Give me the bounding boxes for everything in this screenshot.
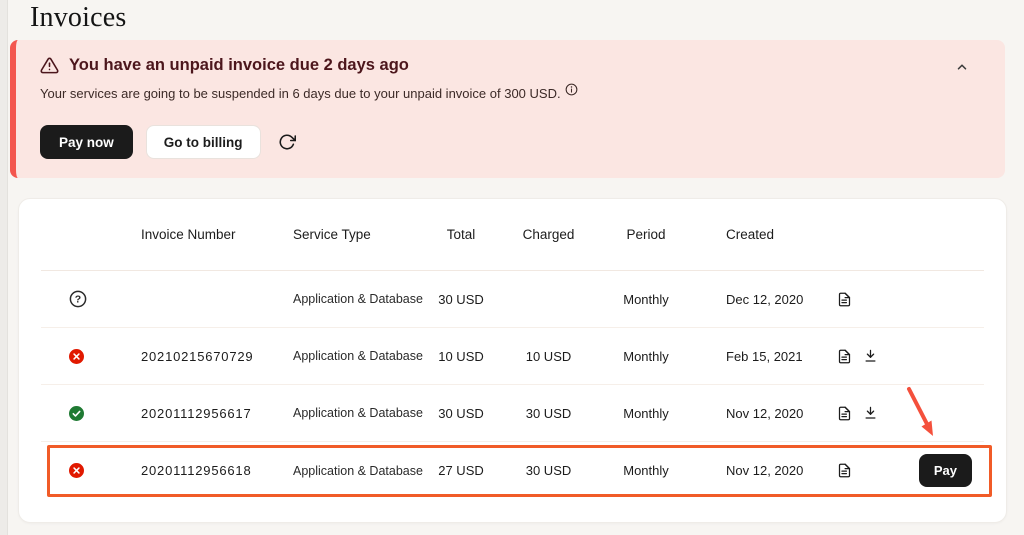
invoice-number-column-header: Invoice Number [121, 227, 273, 242]
created-cell: Nov 12, 2020 [691, 463, 811, 478]
total-column-header: Total [426, 227, 496, 242]
service-type-column-header: Service Type [273, 227, 426, 242]
invoice-document-icon[interactable] [837, 348, 852, 365]
period-column-header: Period [601, 227, 691, 242]
download-icon[interactable] [863, 348, 878, 364]
svg-text:?: ? [75, 294, 81, 306]
invoice-document-icon[interactable] [837, 462, 852, 479]
charged-column-header: Charged [496, 227, 601, 242]
invoice-number-cell: 20201112956617 [121, 406, 273, 421]
invoice-document-icon[interactable] [837, 291, 852, 308]
invoice-number-cell: 20210215670729 [121, 349, 273, 364]
invoice-document-icon[interactable] [837, 405, 852, 422]
service-type-cell: Application & Database [273, 292, 426, 306]
service-type-cell: Application & Database [273, 464, 426, 478]
charged-cell: 10 USD [496, 349, 601, 364]
alert-title: You have an unpaid invoice due 2 days ag… [69, 56, 409, 75]
total-cell: 30 USD [426, 406, 496, 421]
total-cell: 10 USD [426, 349, 496, 364]
chevron-up-icon[interactable] [951, 56, 973, 78]
x-circle-icon [69, 349, 84, 364]
table-row: 20210215670729 Application & Database 10… [41, 328, 984, 385]
download-icon[interactable] [863, 405, 878, 421]
table-row: 20201112956618 Application & Database 27… [41, 442, 984, 499]
pay-now-button[interactable]: Pay now [40, 125, 133, 159]
pay-button[interactable]: Pay [919, 454, 972, 487]
total-cell: 27 USD [426, 463, 496, 478]
invoice-number-cell: 20201112956618 [121, 463, 273, 478]
period-cell: Monthly [601, 292, 691, 307]
x-circle-icon [69, 463, 84, 478]
alert-message: Your services are going to be suspended … [40, 86, 561, 101]
page-title: Invoices [30, 2, 126, 34]
total-cell: 30 USD [426, 292, 496, 307]
table-body: ? Application & Database 30 USD Monthly … [41, 271, 984, 499]
created-cell: Feb 15, 2021 [691, 349, 811, 364]
service-type-cell: Application & Database [273, 406, 426, 420]
invoices-card: Invoice Number Service Type Total Charge… [18, 198, 1007, 523]
period-cell: Monthly [601, 463, 691, 478]
created-column-header: Created [691, 227, 811, 242]
go-to-billing-button[interactable]: Go to billing [146, 125, 261, 159]
info-icon[interactable] [565, 83, 578, 99]
refresh-icon[interactable] [278, 133, 296, 151]
table-row: ? Application & Database 30 USD Monthly … [41, 271, 984, 328]
page-left-edge [0, 0, 8, 535]
unpaid-invoice-alert: You have an unpaid invoice due 2 days ag… [10, 40, 1005, 178]
check-circle-icon [69, 406, 84, 421]
created-cell: Nov 12, 2020 [691, 406, 811, 421]
period-cell: Monthly [601, 406, 691, 421]
question-circle-icon: ? [69, 290, 87, 308]
warning-triangle-icon [40, 56, 59, 75]
charged-cell: 30 USD [496, 463, 601, 478]
table-header-row: Invoice Number Service Type Total Charge… [41, 199, 984, 271]
charged-cell: 30 USD [496, 406, 601, 421]
period-cell: Monthly [601, 349, 691, 364]
service-type-cell: Application & Database [273, 349, 426, 363]
created-cell: Dec 12, 2020 [691, 292, 811, 307]
table-row: 20201112956617 Application & Database 30… [41, 385, 984, 442]
